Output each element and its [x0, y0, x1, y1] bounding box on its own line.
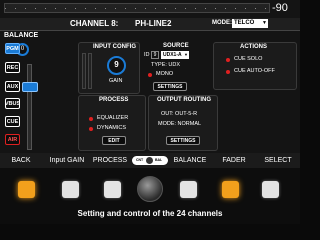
- output-routing-panel: OUTPUT ROUTING OUT: OUT-5-R MODE: NORMAL…: [148, 95, 218, 151]
- chevron-down-icon: ▼: [262, 20, 267, 26]
- source-id-box[interactable]: 9: [151, 51, 159, 59]
- source-title: SOURCE: [163, 43, 189, 49]
- console-screen: -90 CHANNEL 8: PH-LINE2 MODE: TELCO ▼ BA…: [0, 0, 300, 168]
- gain-knob[interactable]: 9: [107, 56, 126, 75]
- input-level-meter: [4, 3, 270, 13]
- hardware-button-6[interactable]: [262, 181, 279, 198]
- output-routing-title: OUTPUT ROUTING: [157, 97, 211, 103]
- route-air-button[interactable]: AIR: [5, 134, 20, 145]
- mono-led[interactable]: [148, 73, 152, 77]
- equalizer-label: EQUALIZER: [97, 115, 129, 121]
- dynamics-label: DYNAMICS: [97, 125, 127, 131]
- process-edit-button[interactable]: EDIT: [102, 136, 126, 145]
- knob-icon: [146, 157, 153, 164]
- hardware-button-3[interactable]: [104, 181, 121, 198]
- encoder-label-cnt: CNT: [136, 158, 144, 162]
- encoder-label-bal: BAL: [155, 158, 163, 162]
- route-pgm-button[interactable]: PGM: [5, 43, 20, 54]
- channel-number: CHANNEL 8:: [70, 19, 119, 28]
- hardware-button-1[interactable]: [18, 181, 35, 198]
- input-meter-left: [82, 53, 86, 89]
- input-config-panel: INPUT CONFIG 9 GAIN: [78, 42, 140, 94]
- route-cue-button[interactable]: CUE: [5, 116, 20, 127]
- process-title: PROCESS: [99, 97, 129, 103]
- channel-name[interactable]: PH-LINE2: [135, 19, 171, 28]
- channel-fader-track: [27, 64, 32, 150]
- balance-label: BALANCE: [4, 32, 39, 39]
- mode-select[interactable]: TELCO ▼: [232, 19, 268, 28]
- encoder-indicator[interactable]: CNT BAL: [132, 156, 168, 165]
- mode-value: TELCO: [234, 20, 255, 26]
- cue-auto-off-label: CUE AUTO-OFF: [234, 68, 275, 74]
- hardware-button-5[interactable]: [222, 181, 239, 198]
- route-aux-button[interactable]: AUX: [5, 81, 20, 92]
- actions-panel: ACTIONS CUE SOLO CUE AUTO-OFF: [213, 42, 297, 90]
- meter-scale: [5, 8, 269, 9]
- fkey-back[interactable]: BACK: [0, 153, 42, 168]
- output-out-text: OUT: OUT-5-R: [161, 111, 198, 117]
- output-mode-text: MODE: NORMAL: [158, 121, 202, 127]
- source-type-text: TYPE: UDX: [151, 62, 181, 68]
- cue-solo-led[interactable]: [226, 58, 230, 62]
- fkey-balance[interactable]: BALANCE: [168, 153, 212, 168]
- fkey-select[interactable]: SELECT: [256, 153, 300, 168]
- output-settings-button[interactable]: SETTINGS: [166, 136, 200, 145]
- mode-label: MODE:: [212, 20, 232, 26]
- source-panel: SOURCE ID 9 UDX1-A ▼ TYPE: UDX MONO SETT…: [142, 42, 208, 96]
- source-select[interactable]: UDX1-A ▼: [161, 51, 189, 59]
- channel-title-bar: CHANNEL 8: PH-LINE2 MODE: TELCO ▼: [0, 18, 300, 31]
- route-rec-button[interactable]: REC: [5, 62, 20, 73]
- process-panel: PROCESS EQUALIZER DYNAMICS EDIT: [78, 95, 146, 151]
- caption: Setting and control of the 24 channels: [77, 209, 223, 218]
- equalizer-led[interactable]: [89, 117, 93, 121]
- fkey-process[interactable]: PROCESS: [88, 153, 132, 168]
- hardware-button-4[interactable]: [180, 181, 197, 198]
- source-id-label: ID: [144, 52, 150, 58]
- fkey-fader[interactable]: FADER: [212, 153, 256, 168]
- hardware-button-2[interactable]: [62, 181, 79, 198]
- source-settings-button[interactable]: SETTINGS: [153, 82, 187, 91]
- cue-auto-off-led[interactable]: [226, 70, 230, 74]
- input-config-title: INPUT CONFIG: [93, 44, 136, 50]
- mono-label: MONO: [156, 71, 174, 77]
- input-meter-right: [88, 53, 92, 89]
- route-vbus-button[interactable]: VBUS: [5, 98, 20, 109]
- cue-solo-label: CUE SOLO: [234, 56, 263, 62]
- channel-fader-handle[interactable]: [22, 82, 38, 92]
- level-readout: -90: [272, 2, 288, 14]
- function-bar: BACK Input GAIN PROCESS CNT BAL BALANCE …: [0, 153, 300, 168]
- fkey-input-gain[interactable]: Input GAIN: [46, 153, 88, 168]
- hardware-encoder-knob[interactable]: [137, 176, 163, 202]
- gain-value: 9: [114, 60, 119, 69]
- actions-title: ACTIONS: [240, 44, 267, 50]
- chevron-down-icon: ▼: [184, 52, 188, 57]
- source-select-value: UDX1-A: [163, 52, 182, 58]
- dynamics-led[interactable]: [89, 127, 93, 131]
- source-id-value: 9: [153, 52, 157, 58]
- gain-label: GAIN: [109, 78, 123, 84]
